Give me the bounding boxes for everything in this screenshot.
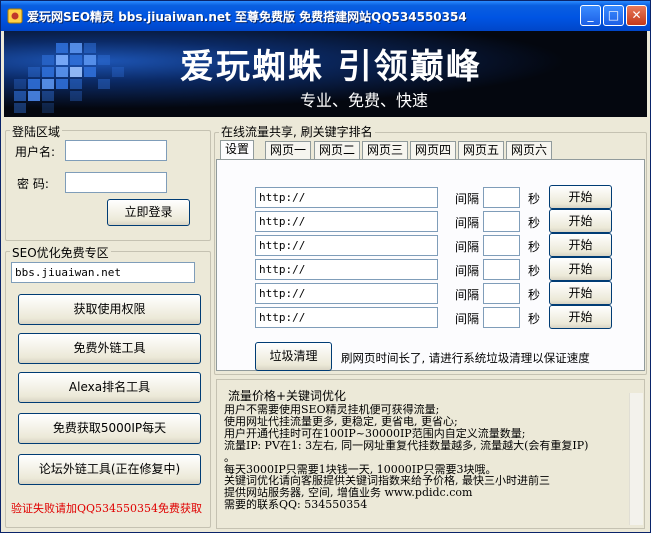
forum-backlink-tool-button[interactable]: 论坛外链工具(正在修复中) <box>18 454 201 485</box>
url-input-3[interactable]: http:// <box>255 235 438 256</box>
username-input[interactable] <box>65 140 167 161</box>
interval-input-2[interactable] <box>483 211 520 232</box>
tab-page-4[interactable]: 网页四 <box>410 141 457 159</box>
pricing-line: 关键词优化请向客服提供关键词指数来给予价格, 最快三小时进前三 <box>224 475 550 488</box>
start-button-4[interactable]: 开始 <box>549 257 612 281</box>
app-logo-icon <box>7 8 23 24</box>
password-input[interactable] <box>65 172 167 193</box>
cleanup-button[interactable]: 垃圾清理 <box>255 342 332 371</box>
start-button-2[interactable]: 开始 <box>549 209 612 233</box>
pricing-title: 流量价格+关键词优化 <box>226 387 349 404</box>
site-url-input[interactable]: bbs.jiuaiwan.net <box>11 262 195 283</box>
interval-input-3[interactable] <box>483 235 520 256</box>
pricing-line: 用户不需要使用SEO精灵挂机便可获得流量; <box>224 404 440 416</box>
url-input-1[interactable]: http:// <box>255 187 438 208</box>
seconds-label: 秒 <box>528 312 541 326</box>
cleanup-hint: 刷网页时间长了, 请进行系统垃圾清理以保证速度 <box>341 351 590 365</box>
url-input-6[interactable]: http:// <box>255 307 438 328</box>
tab-page-5[interactable]: 网页五 <box>458 141 505 159</box>
title-bar[interactable]: 爱玩网SEO精灵 bbs.jiuaiwan.net 至尊免费版 免费搭建网站QQ… <box>1 1 650 31</box>
interval-input-1[interactable] <box>483 187 520 208</box>
interval-input-4[interactable] <box>483 259 520 280</box>
interval-label: 间隔 <box>455 264 480 278</box>
seconds-label: 秒 <box>528 288 541 302</box>
pricing-text: 用户不需要使用SEO精灵挂机便可获得流量; 使用网址代挂流量更多, 更稳定, 更… <box>224 404 642 524</box>
interval-label: 间隔 <box>455 192 480 206</box>
tab-settings[interactable]: 设置 <box>220 140 255 160</box>
password-label: 密 码: <box>17 177 49 191</box>
verification-note: 验证失败请加QQ534550354免费获取 <box>11 502 203 515</box>
pricing-line: 需要的联系QQ: 534550354 <box>224 499 368 512</box>
start-button-3[interactable]: 开始 <box>549 233 612 257</box>
pricing-line: 用户开通代挂时可在100IP~30000IP范围内自定义流量数量; <box>224 427 526 440</box>
window-title: 爱玩网SEO精灵 bbs.jiuaiwan.net 至尊免费版 免费搭建网站QQ… <box>27 10 467 24</box>
url-input-5[interactable]: http:// <box>255 283 438 304</box>
free-5000ip-button[interactable]: 免费获取5000IP每天 <box>18 413 201 444</box>
seconds-label: 秒 <box>528 240 541 254</box>
interval-label: 间隔 <box>455 312 480 326</box>
pricing-line: 。 <box>224 451 235 464</box>
tab-page-3[interactable]: 网页三 <box>362 141 409 159</box>
tab-page-6[interactable]: 网页六 <box>506 141 553 159</box>
banner: 爱玩蜘蛛 引领巅峰 专业、免费、快速 <box>4 31 647 117</box>
pricing-scrollbar[interactable] <box>629 393 643 525</box>
seconds-label: 秒 <box>528 216 541 230</box>
cube-logo-graphic <box>14 43 124 113</box>
maximize-button[interactable]: □ <box>603 5 624 26</box>
tab-page-1[interactable]: 网页一 <box>265 141 312 159</box>
interval-label: 间隔 <box>455 288 480 302</box>
pricing-line: 每天3000IP只需要1块钱一天, 10000IP只需要3块哦。 <box>224 463 497 476</box>
start-button-6[interactable]: 开始 <box>549 305 612 329</box>
interval-label: 间隔 <box>455 240 480 254</box>
tab-page-2[interactable]: 网页二 <box>314 141 361 159</box>
pricing-line: 提供网站服务器, 空间, 增值业务 www.pdidc.com <box>224 487 473 500</box>
app-window: 爱玩网SEO精灵 bbs.jiuaiwan.net 至尊免费版 免费搭建网站QQ… <box>0 0 651 533</box>
banner-slogan: 爱玩蜘蛛 引领巅峰 <box>180 47 482 87</box>
login-group-title: 登陆区域 <box>10 123 63 140</box>
interval-input-5[interactable] <box>483 283 520 304</box>
alexa-rank-tool-button[interactable]: Alexa排名工具 <box>18 372 201 403</box>
banner-subtitle: 专业、免费、快速 <box>300 91 429 110</box>
seconds-label: 秒 <box>528 264 541 278</box>
login-button[interactable]: 立即登录 <box>107 199 190 226</box>
interval-label: 间隔 <box>455 216 480 230</box>
close-button[interactable]: ✕ <box>626 5 647 26</box>
interval-input-6[interactable] <box>483 307 520 328</box>
pricing-line: 使用网址代挂流量更多, 更稳定, 更省电, 更省心; <box>224 415 458 428</box>
seo-group-title: SEO优化免费专区 <box>10 244 111 261</box>
free-backlink-tool-button[interactable]: 免费外链工具 <box>18 333 201 364</box>
pricing-line: 流量IP: PV在1: 3左右, 同一网址重复代挂数量越多, 流量越大(会有重复… <box>224 439 589 452</box>
start-button-1[interactable]: 开始 <box>549 185 612 209</box>
url-input-4[interactable]: http:// <box>255 259 438 280</box>
start-button-5[interactable]: 开始 <box>549 281 612 305</box>
traffic-group-title: 在线流量共享, 刷关键字排名 <box>219 123 375 140</box>
username-label: 用户名: <box>15 145 56 159</box>
seconds-label: 秒 <box>528 192 541 206</box>
minimize-button[interactable]: _ <box>580 5 601 26</box>
url-input-2[interactable]: http:// <box>255 211 438 232</box>
get-permission-button[interactable]: 获取使用权限 <box>18 294 201 325</box>
